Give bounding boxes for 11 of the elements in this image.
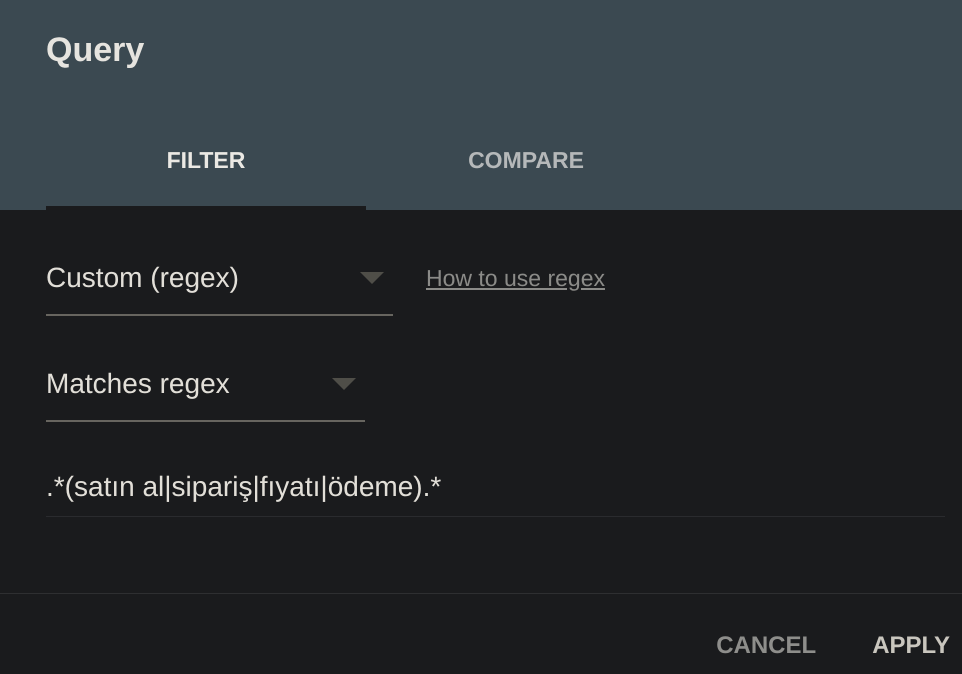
condition-dropdown[interactable]: Matches regex [46,348,365,422]
caret-icon [360,272,384,284]
help-link[interactable]: How to use regex [426,264,605,292]
cancel-button[interactable]: CANCEL [710,622,822,670]
apply-button[interactable]: APPLY [866,622,956,670]
caret-icon [332,378,356,390]
pattern-field[interactable]: .*(satın al|sipariş|fıyatı|ödeme).* [46,465,945,517]
tab[interactable]: FILTER [46,114,366,210]
dialog-title: Query [46,30,144,71]
tab[interactable]: COMPARE [366,114,686,210]
match-type-dropdown[interactable]: Custom (regex) [46,242,393,316]
